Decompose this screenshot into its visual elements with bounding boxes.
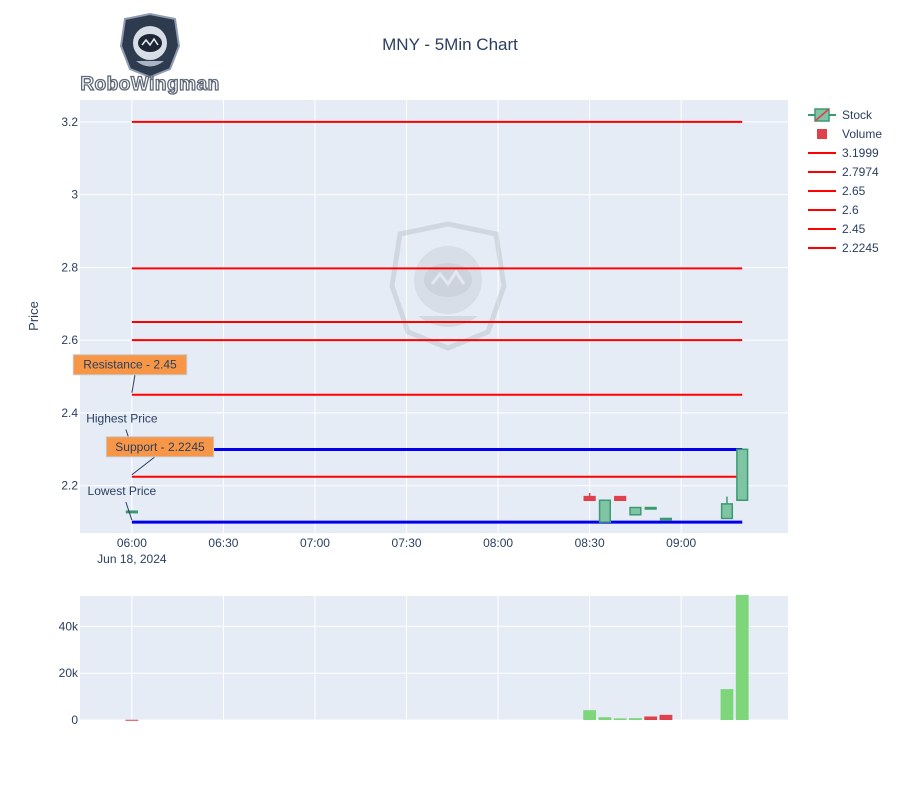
candle — [644, 506, 657, 510]
volume-bar — [629, 718, 642, 720]
legend-item: 2.65 — [808, 184, 866, 198]
volume-bar — [735, 594, 749, 720]
volume-tick-label: 0 — [71, 713, 78, 727]
y-axis-label: Price — [26, 301, 41, 331]
legend-item: Volume — [817, 127, 882, 141]
candle-body — [720, 503, 734, 520]
volume-bar — [598, 717, 612, 720]
candle-body — [583, 495, 596, 502]
candle-body — [629, 506, 642, 516]
volume-tick-label: 20k — [59, 666, 79, 680]
legend-label: 2.6 — [842, 203, 859, 217]
legend-label: Volume — [842, 127, 882, 141]
volume-tick-label: 40k — [59, 619, 79, 633]
x-tick-label: 06:30 — [208, 536, 238, 550]
annotation-text: Support - 2.2245 — [115, 440, 205, 454]
candle — [125, 510, 138, 514]
volume-bar — [659, 714, 673, 720]
brand-name: RoboWingman — [80, 74, 219, 95]
legend-item: Stock — [808, 108, 873, 122]
legend-swatch-volume — [817, 129, 827, 139]
candle-body — [736, 448, 749, 502]
volume-bar — [613, 718, 627, 720]
price-tick-label: 2.8 — [61, 260, 78, 274]
volume-bar — [125, 719, 139, 721]
legend-item: 3.1999 — [808, 146, 879, 160]
extreme-label: Lowest Price — [88, 484, 157, 498]
chart-title: MNY - 5Min Chart — [382, 35, 518, 54]
candle — [659, 517, 673, 521]
x-tick-label: 07:00 — [300, 536, 330, 550]
x-tick-label: 06:00 — [117, 536, 147, 550]
candle — [614, 495, 627, 502]
candle-body — [644, 506, 657, 510]
volume-bar — [720, 689, 734, 720]
legend-label: 2.7974 — [842, 165, 879, 179]
candlestick-chart: Highest Price Lowest Price Resistance - 2.… — [26, 12, 882, 727]
price-tick-label: 2.4 — [61, 406, 78, 420]
x-date-label: Jun 18, 2024 — [97, 552, 167, 566]
legend-item: 2.2245 — [808, 241, 879, 255]
volume-plot-area — [80, 596, 788, 720]
legend-label: 2.65 — [842, 184, 866, 198]
x-tick-label: 08:30 — [575, 536, 605, 550]
candle-body — [614, 495, 627, 502]
legend: Stock Volume 3.1999 2.7974 2.65 2.6 2.45 2.2245 — [808, 108, 882, 255]
legend-item: 2.6 — [808, 203, 859, 217]
price-tick-label: 3 — [71, 188, 78, 202]
candle — [629, 506, 642, 516]
x-tick-label: 07:30 — [392, 536, 422, 550]
x-tick-label: 09:00 — [666, 536, 696, 550]
legend-label: 2.45 — [842, 222, 866, 236]
price-tick-label: 2.2 — [61, 479, 78, 493]
price-tick-label: 2.6 — [61, 333, 78, 347]
annotation-text: Resistance - 2.45 — [83, 358, 177, 372]
extreme-label: Highest Price — [86, 411, 158, 425]
candle-body — [125, 510, 138, 514]
candle-body — [659, 517, 673, 521]
volume-bar — [644, 716, 658, 720]
volume-bar — [583, 710, 597, 720]
legend-item: 2.45 — [808, 222, 866, 236]
astronaut-logo-icon — [119, 12, 181, 79]
price-tick-label: 3.2 — [61, 115, 78, 129]
legend-item: 2.7974 — [808, 165, 879, 179]
legend-label: Stock — [842, 108, 873, 122]
candle — [598, 499, 611, 523]
candle — [736, 448, 749, 502]
candle-body — [598, 499, 611, 523]
legend-label: 2.2245 — [842, 241, 879, 255]
robowingman-logo: RoboWingman — [80, 12, 220, 96]
x-tick-label: 08:00 — [483, 536, 513, 550]
legend-label: 3.1999 — [842, 146, 879, 160]
